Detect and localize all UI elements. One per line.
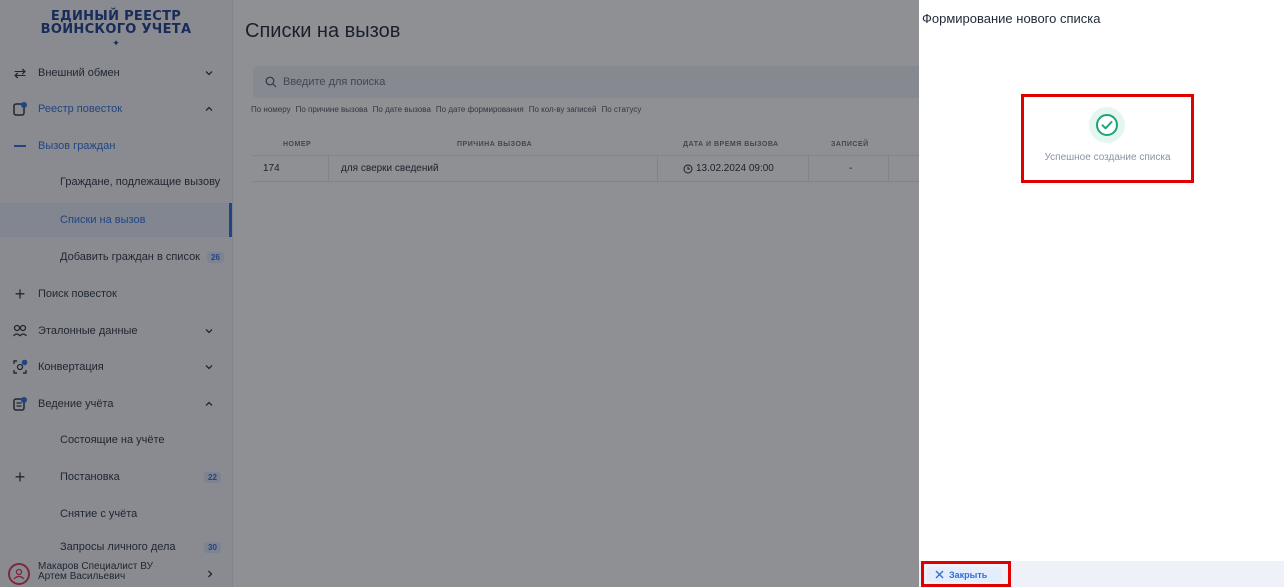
new-list-panel: Формирование нового списка Успешное созд… bbox=[919, 0, 1284, 587]
close-button-body[interactable]: Закрыть bbox=[927, 567, 1002, 582]
close-button[interactable]: Закрыть bbox=[921, 561, 1011, 587]
panel-footer: Закрыть bbox=[919, 561, 1284, 587]
panel-title: Формирование нового списка bbox=[922, 11, 1101, 26]
close-icon bbox=[935, 570, 944, 579]
success-highlight: Успешное создание списка bbox=[1021, 94, 1194, 183]
success-message: Успешное создание списка bbox=[1044, 152, 1171, 163]
close-button-label: Закрыть bbox=[949, 569, 988, 580]
modal-backdrop[interactable] bbox=[0, 0, 919, 587]
success-check-icon bbox=[1089, 107, 1125, 143]
